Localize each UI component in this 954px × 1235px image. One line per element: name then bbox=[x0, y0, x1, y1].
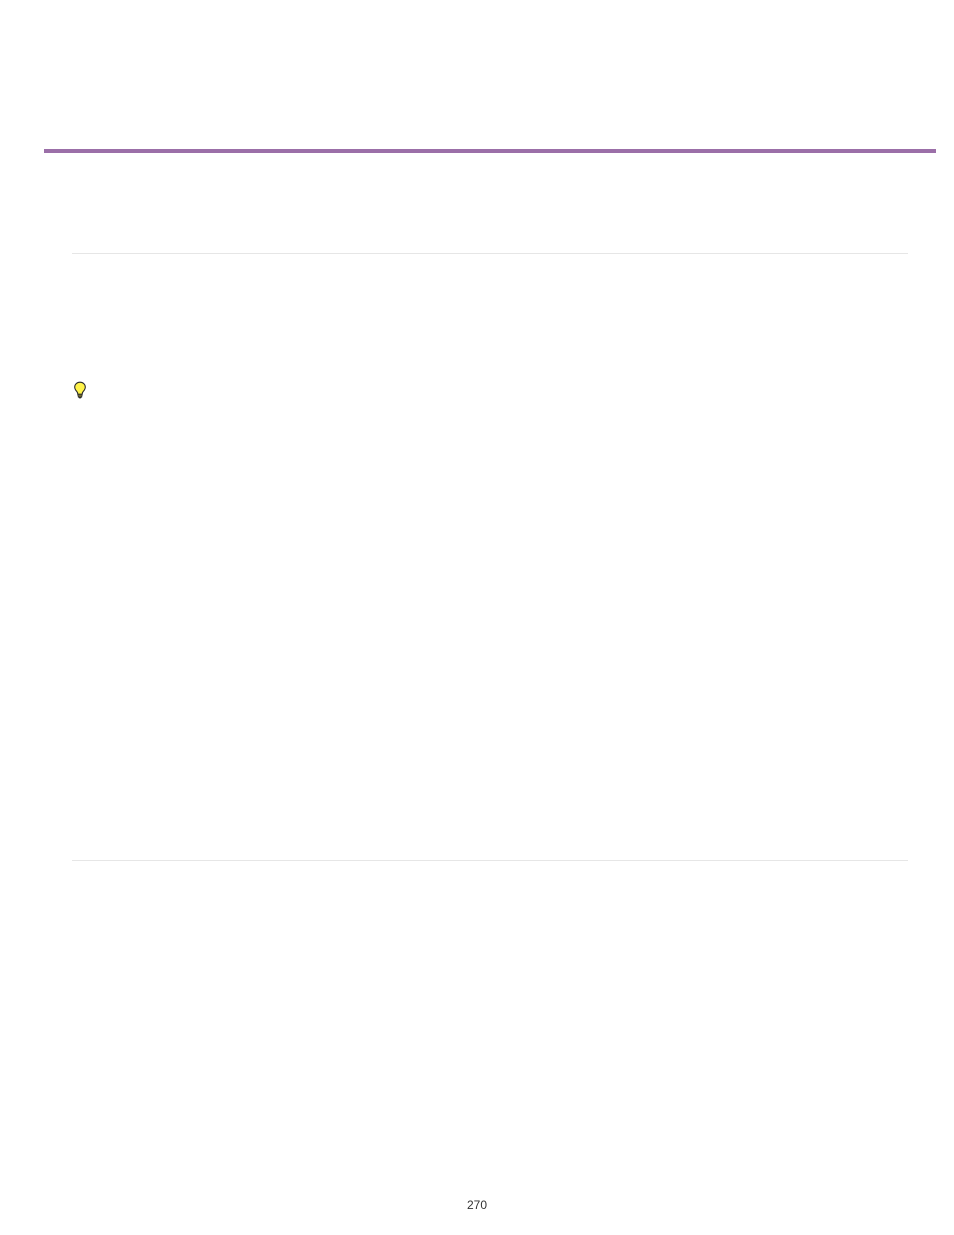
section-divider bbox=[72, 860, 908, 861]
header-rule bbox=[44, 149, 936, 153]
lightbulb-icon bbox=[73, 381, 87, 399]
content-area bbox=[72, 170, 908, 861]
document-page: 270 bbox=[0, 0, 954, 1235]
section-divider bbox=[72, 253, 908, 254]
page-number: 270 bbox=[0, 1198, 954, 1212]
